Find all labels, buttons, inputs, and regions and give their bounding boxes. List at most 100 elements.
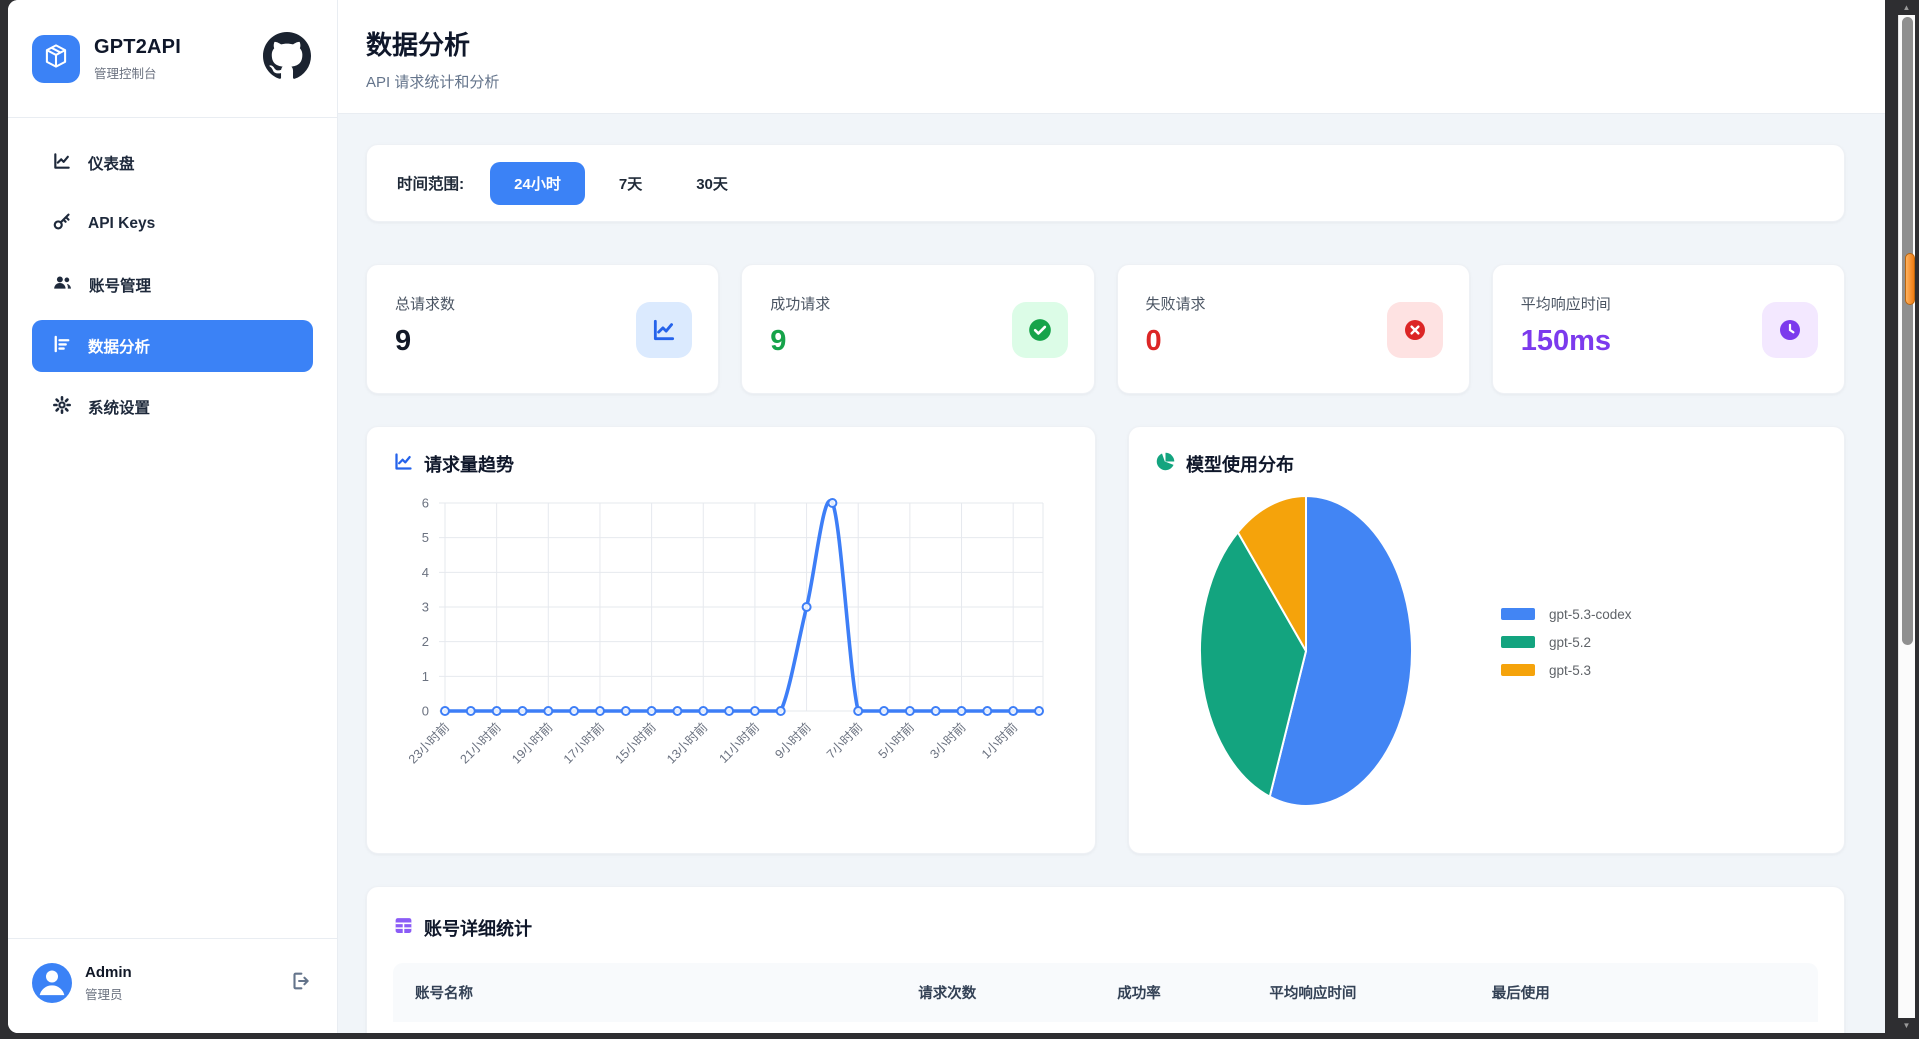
line-chart-icon	[636, 302, 692, 358]
scrollbar-thumb[interactable]	[1902, 17, 1913, 645]
content: 时间范围: 24小时 7天 30天 总请求数 9 成功请求 9	[338, 114, 1885, 1033]
time-range-card: 时间范围: 24小时 7天 30天	[366, 144, 1845, 222]
sidebar-item-label: 仪表盘	[88, 152, 135, 174]
page-subtitle: API 请求统计和分析	[366, 71, 1849, 92]
legend-label: gpt-5.3	[1549, 663, 1591, 678]
stat-card-success-requests: 成功请求 9	[741, 264, 1094, 394]
svg-text:5: 5	[422, 530, 429, 545]
svg-text:3小时前: 3小时前	[927, 720, 969, 762]
sidebar-item-label: 系统设置	[88, 396, 150, 418]
chart-title-row: 模型使用分布	[1155, 451, 1818, 477]
key-icon	[52, 212, 72, 237]
pie-chart	[1193, 485, 1425, 817]
user-section: Admin 管理员	[8, 938, 337, 1033]
sidebar-nav: 仪表盘 API Keys 账号管理 数据分析 系统设置	[8, 118, 337, 442]
user-role: 管理员	[85, 984, 132, 1003]
scroll-up-arrow[interactable]: ▲	[1898, 0, 1915, 15]
gear-icon	[52, 395, 72, 420]
sidebar-item-label: API Keys	[88, 215, 155, 233]
column-header: 账号名称	[415, 982, 918, 1003]
pie-chart-icon	[1155, 451, 1176, 477]
svg-text:15小时前: 15小时前	[612, 720, 659, 767]
chart-title: 请求量趋势	[424, 451, 514, 477]
account-stats-card: 账号详细统计 账号名称 请求次数 成功率 平均响应时间 最后使用	[366, 886, 1845, 1033]
legend-item: gpt-5.2	[1501, 635, 1632, 650]
svg-text:3: 3	[422, 600, 429, 615]
legend-label: gpt-5.3-codex	[1549, 607, 1632, 622]
pie-legend: gpt-5.3-codex gpt-5.2 gpt-5.3	[1501, 607, 1632, 678]
user-name: Admin	[85, 964, 132, 981]
scrollbar[interactable]: ▲ ▼	[1898, 0, 1915, 1033]
app-logo	[32, 35, 80, 83]
svg-text:7小时前: 7小时前	[823, 720, 865, 762]
request-trend-card: 请求量趋势 0 1 2 3 4 5 6 23小时前21小时前19小时前17小时前15小时前13…	[366, 426, 1096, 854]
svg-text:9小时前: 9小时前	[772, 720, 814, 762]
stat-card-avg-response-time: 平均响应时间 150ms	[1492, 264, 1845, 394]
x-circle-icon	[1387, 302, 1443, 358]
check-circle-icon	[1012, 302, 1068, 358]
svg-text:2: 2	[422, 634, 429, 649]
scroll-down-arrow[interactable]: ▼	[1898, 1018, 1915, 1033]
github-link[interactable]	[263, 35, 311, 83]
legend-swatch	[1501, 664, 1535, 676]
scrollbar-marker	[1905, 253, 1915, 305]
bar-chart-icon	[52, 334, 72, 359]
legend-item: gpt-5.3-codex	[1501, 607, 1632, 622]
svg-text:1: 1	[422, 669, 429, 684]
sidebar: GPT2API 管理控制台 仪表盘 API Keys 账号管理	[8, 0, 338, 1033]
svg-text:11小时前: 11小时前	[716, 720, 762, 766]
svg-text:23小时前: 23小时前	[405, 720, 452, 767]
charts-row: 请求量趋势 0 1 2 3 4 5 6 23小时前21小时前19小时前17小时前15小时前13…	[366, 426, 1845, 854]
clock-icon	[1762, 302, 1818, 358]
sidebar-item-analytics[interactable]: 数据分析	[32, 320, 313, 372]
svg-text:17小时前: 17小时前	[560, 720, 607, 767]
logout-button[interactable]	[289, 970, 311, 997]
sidebar-item-settings[interactable]: 系统设置	[32, 381, 313, 433]
brand-subtitle: 管理控制台	[94, 63, 181, 82]
legend-swatch	[1501, 608, 1535, 620]
table-header-row: 账号名称 请求次数 成功率 平均响应时间 最后使用	[393, 963, 1818, 1022]
svg-text:6: 6	[422, 496, 429, 511]
line-chart-icon	[393, 451, 414, 477]
page-title: 数据分析	[366, 25, 1849, 62]
chart-title: 模型使用分布	[1186, 451, 1294, 477]
brand: GPT2API 管理控制台	[94, 36, 181, 82]
time-range-30d-button[interactable]: 30天	[676, 162, 748, 205]
column-header: 成功率	[1117, 982, 1269, 1003]
sidebar-item-dashboard[interactable]: 仪表盘	[32, 137, 313, 189]
svg-text:4: 4	[422, 565, 429, 580]
avatar	[32, 963, 72, 1003]
main-area: 数据分析 API 请求统计和分析 时间范围: 24小时 7天 30天 总请求数 …	[338, 0, 1885, 1033]
column-header: 最后使用	[1492, 982, 1796, 1003]
svg-text:13小时前: 13小时前	[663, 720, 710, 767]
sidebar-item-api-keys[interactable]: API Keys	[32, 198, 313, 250]
page-header: 数据分析 API 请求统计和分析	[338, 0, 1885, 114]
table-icon	[393, 915, 414, 941]
stats-row: 总请求数 9 成功请求 9 失败请求 0	[366, 264, 1845, 394]
stat-card-total-requests: 总请求数 9	[366, 264, 719, 394]
svg-text:5小时前: 5小时前	[875, 720, 917, 762]
column-header: 平均响应时间	[1269, 982, 1491, 1003]
svg-text:21小时前: 21小时前	[457, 720, 504, 767]
cube-icon	[43, 43, 69, 74]
table-title-row: 账号详细统计	[393, 915, 1818, 941]
table-title: 账号详细统计	[424, 915, 532, 941]
svg-text:19小时前: 19小时前	[508, 720, 555, 767]
user-meta: Admin 管理员	[85, 964, 132, 1003]
legend-item: gpt-5.3	[1501, 663, 1632, 678]
time-range-7d-button[interactable]: 7天	[599, 162, 662, 205]
person-icon	[32, 963, 72, 1003]
svg-text:0: 0	[422, 704, 429, 719]
svg-text:1小时前: 1小时前	[978, 720, 1020, 762]
sidebar-header: GPT2API 管理控制台	[8, 0, 337, 118]
browser-window: { "sidebar": { "brand": { "name": "GPT2A…	[0, 0, 1919, 1039]
time-range-24h-button[interactable]: 24小时	[490, 162, 585, 205]
logout-icon	[289, 970, 311, 997]
users-icon	[52, 272, 73, 298]
time-range-label: 时间范围:	[397, 172, 464, 194]
sidebar-item-accounts[interactable]: 账号管理	[32, 259, 313, 311]
brand-name: GPT2API	[94, 36, 181, 59]
column-header: 请求次数	[918, 982, 1117, 1003]
sidebar-item-label: 数据分析	[88, 335, 150, 357]
stat-card-failed-requests: 失败请求 0	[1117, 264, 1470, 394]
